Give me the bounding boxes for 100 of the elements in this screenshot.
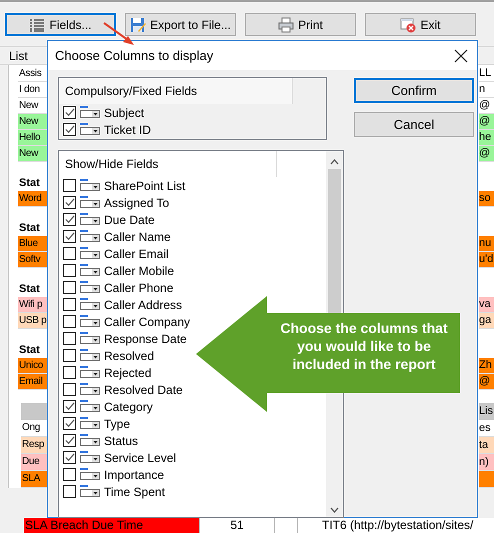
- field-icon: [79, 106, 101, 119]
- list-cell: va: [479, 297, 494, 313]
- group-heading: Stat: [19, 282, 41, 297]
- field-label: Rejected: [104, 366, 152, 380]
- field-label: Caller Name: [104, 230, 171, 244]
- field-icon: [79, 366, 101, 379]
- field-label: Type: [104, 416, 130, 430]
- checkbox[interactable]: [63, 315, 76, 328]
- group-heading: Stat: [19, 221, 41, 236]
- field-label: Caller Address: [104, 298, 182, 312]
- list-cell: ga: [479, 313, 494, 329]
- checkbox[interactable]: [63, 213, 76, 226]
- box-header: Compulsory/Fixed Fields: [65, 84, 198, 98]
- list-cell: Assis: [18, 66, 50, 82]
- list-cell: u'd: [479, 252, 494, 268]
- checkbox[interactable]: [63, 247, 76, 260]
- scroll-down-icon[interactable]: [330, 507, 339, 513]
- checkbox[interactable]: [63, 123, 76, 136]
- list-cell: Ong: [21, 420, 49, 437]
- field-label: Time Spent: [104, 484, 165, 498]
- field-icon: [79, 230, 101, 243]
- checkbox[interactable]: [63, 179, 76, 192]
- field-icon: [79, 332, 101, 345]
- toolbar-button[interactable]: Print: [245, 13, 356, 36]
- checkbox[interactable]: [63, 230, 76, 243]
- list-cell: New: [18, 114, 50, 130]
- checkbox[interactable]: [63, 366, 76, 379]
- field-label: Ticket ID: [104, 122, 151, 136]
- list-cell: Unico: [18, 358, 50, 374]
- list-cell: nu: [479, 236, 494, 252]
- list-cell: New: [18, 98, 50, 114]
- checkbox[interactable]: [63, 485, 76, 498]
- field-icon: [79, 213, 101, 226]
- list-cell: Softv: [18, 252, 50, 268]
- field-icon: [79, 468, 101, 481]
- field-label: SharePoint List: [104, 178, 186, 192]
- list-cell: LL: [479, 66, 494, 82]
- checkbox[interactable]: [63, 468, 76, 481]
- checkbox[interactable]: [63, 298, 76, 311]
- checkbox[interactable]: [63, 196, 76, 209]
- field-label: Subject: [104, 106, 144, 120]
- list-cell: @: [479, 146, 494, 162]
- scrollbar-thumb[interactable]: [328, 169, 341, 314]
- field-icon: [79, 281, 101, 294]
- field-label: Service Level: [104, 450, 176, 464]
- field-label: Resolved: [104, 348, 154, 362]
- checkbox[interactable]: [63, 383, 76, 396]
- field-icon: [79, 315, 101, 328]
- field-icon: [79, 179, 101, 192]
- checkbox[interactable]: [63, 332, 76, 345]
- list-cell: I don: [18, 82, 50, 98]
- field-label: Caller Phone: [104, 280, 174, 294]
- field-icon: [79, 417, 101, 430]
- group-heading: Stat: [19, 343, 41, 358]
- checkbox[interactable]: [63, 106, 76, 119]
- list-cell: Resp: [21, 437, 49, 454]
- field-label: Caller Email: [104, 246, 169, 260]
- window-close-icon: [400, 16, 416, 32]
- list-cell: Blue: [18, 236, 50, 252]
- dialog-button[interactable]: Confirm: [354, 78, 474, 103]
- scroll-up-icon[interactable]: [330, 159, 339, 165]
- list-lines-icon: [29, 16, 46, 32]
- field-icon: [79, 383, 101, 396]
- field-icon: [79, 349, 101, 362]
- list-cell: SLA: [21, 471, 49, 488]
- dialog-button[interactable]: Cancel: [354, 112, 474, 137]
- list-cell: Word: [18, 191, 50, 207]
- field-label: Resolved Date: [104, 382, 183, 396]
- checkbox[interactable]: [63, 434, 76, 447]
- field-label: Category: [104, 400, 153, 414]
- checkbox[interactable]: [63, 349, 76, 362]
- toolbar-button[interactable]: Export to File...: [125, 13, 236, 36]
- field-icon: [79, 196, 101, 209]
- list-header: List: [9, 48, 28, 62]
- list-cell: ta: [479, 437, 494, 454]
- list-cell: so: [479, 191, 494, 207]
- toolbar-button[interactable]: Exit: [365, 13, 476, 36]
- annotation-arrow: [103, 22, 134, 45]
- checkbox[interactable]: [63, 400, 76, 413]
- box-header: Show/Hide Fields: [65, 157, 158, 171]
- checkbox[interactable]: [63, 417, 76, 430]
- checkbox[interactable]: [63, 451, 76, 464]
- field-label: Assigned To: [104, 196, 170, 210]
- list-cell: USB p: [18, 313, 50, 329]
- field-icon: [79, 264, 101, 277]
- printer-icon: [278, 16, 294, 32]
- field-label: Importance: [104, 468, 164, 482]
- group-heading: Stat: [19, 176, 41, 191]
- field-icon: [79, 247, 101, 260]
- toolbar-button[interactable]: Fields...: [5, 13, 116, 36]
- list-cell: New: [18, 146, 50, 162]
- list-cell: Zh: [479, 358, 494, 374]
- list-cell: Wifi p: [18, 297, 50, 313]
- list-cell: [479, 471, 494, 488]
- field-label: Caller Mobile: [104, 264, 174, 278]
- checkbox[interactable]: [63, 264, 76, 277]
- checkbox[interactable]: [63, 281, 76, 294]
- link-cell-text: TIT6 (http://bytestation/sites/: [321, 518, 474, 533]
- list-cell: n): [479, 454, 494, 471]
- list-cell: Email: [18, 374, 50, 390]
